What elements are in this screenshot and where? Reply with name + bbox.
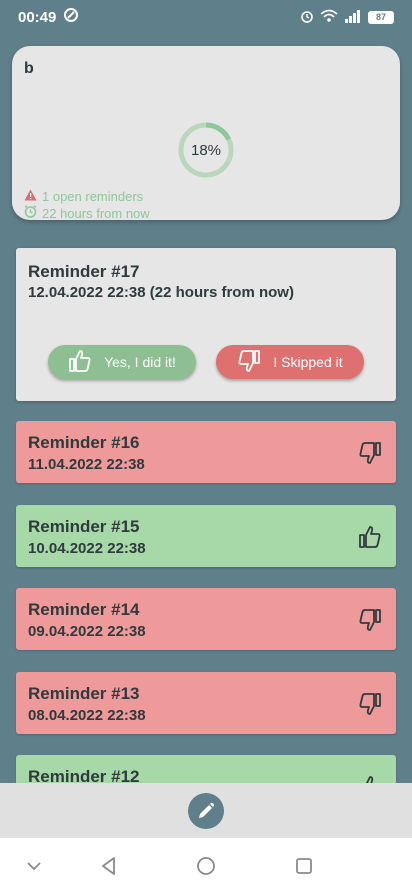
yes-did-it-label: Yes, I did it! [104, 354, 176, 370]
thumb-up-icon [68, 349, 92, 375]
chevron-down-icon[interactable] [22, 854, 46, 878]
battery-icon: 87 [368, 10, 394, 24]
skipped-it-label: I Skipped it [273, 354, 343, 370]
open-reminders-line: 1 open reminders [24, 189, 143, 204]
current-reminder-date: 12.04.2022 22:38 (22 hours from now) [28, 284, 294, 301]
alarm-icon [24, 205, 37, 221]
thumb-down-icon [359, 693, 381, 715]
reminder-title: Reminder #14 [28, 600, 140, 619]
system-nav-bar [0, 838, 412, 893]
reminder-scroll-area[interactable]: b 18% 1 open reminders 22 hours from now… [0, 34, 412, 783]
open-reminders-text: 1 open reminders [42, 189, 144, 204]
alarm-status-icon [300, 9, 314, 26]
yes-did-it-button[interactable]: Yes, I did it! [48, 345, 196, 379]
status-right: 87 [300, 9, 394, 26]
recents-icon[interactable] [292, 854, 316, 878]
status-left: 00:49 [18, 8, 79, 26]
reminder-title: Reminder #16 [28, 433, 140, 452]
reminder-list-item[interactable]: Reminder #15 10.04.2022 22:38 [16, 505, 396, 567]
reminder-date: 10.04.2022 22:38 [28, 540, 146, 557]
wifi-icon [320, 9, 338, 26]
next-time-text: 22 hours from now [42, 205, 150, 221]
reminder-date: 09.04.2022 22:38 [28, 623, 146, 640]
home-icon[interactable] [194, 854, 218, 878]
reminder-title: Reminder #13 [28, 684, 140, 703]
next-time-line: 22 hours from now [24, 205, 150, 221]
bottom-app-bar [0, 783, 412, 838]
thumb-down-icon [359, 609, 381, 631]
status-bar: 00:49 87 [0, 0, 412, 34]
current-reminder-card[interactable]: Reminder #17 12.04.2022 22:38 (22 hours … [16, 248, 396, 401]
reminder-list-item[interactable]: Reminder #14 09.04.2022 22:38 [16, 588, 396, 650]
reminder-list-item[interactable]: Reminder #13 08.04.2022 22:38 [16, 672, 396, 734]
reminder-date: 08.04.2022 22:38 [28, 707, 146, 724]
signal-icon [344, 9, 362, 26]
edit-button[interactable] [188, 793, 224, 829]
thumb-down-icon [359, 442, 381, 464]
thumb-down-icon [237, 349, 261, 375]
warning-icon [24, 189, 37, 204]
back-icon[interactable] [97, 854, 121, 878]
reminder-list-item[interactable]: Reminder #12 [16, 755, 396, 783]
reminder-date: 11.04.2022 22:38 [28, 456, 145, 473]
thumb-up-icon [359, 526, 381, 548]
reminder-title: Reminder #12 [28, 767, 140, 783]
summary-card[interactable]: b 18% 1 open reminders 22 hours from now [12, 46, 400, 221]
thumb-up-icon [365, 776, 374, 783]
progress-percent: 18% [190, 141, 222, 159]
reminder-title: Reminder #15 [28, 517, 140, 536]
status-time: 00:49 [18, 8, 57, 26]
summary-title: b [24, 60, 34, 77]
app-notification-icon [64, 8, 79, 26]
current-reminder-title: Reminder #17 [28, 262, 140, 281]
reminder-list-item[interactable]: Reminder #16 11.04.2022 22:38 [16, 421, 396, 483]
skipped-it-button[interactable]: I Skipped it [216, 345, 364, 379]
pencil-icon [199, 802, 215, 818]
